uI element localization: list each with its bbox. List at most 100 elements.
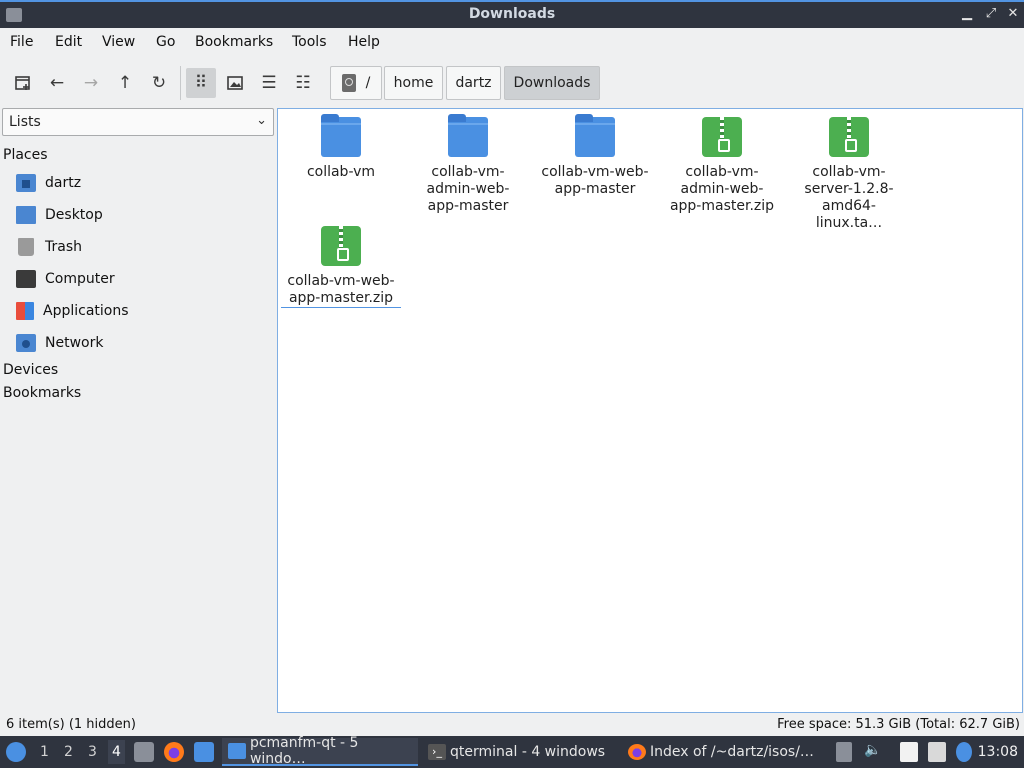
devices-header[interactable]: Devices [3, 362, 58, 378]
file-name: collab-vm [306, 164, 376, 180]
minimize-button[interactable]: ▁ [958, 5, 976, 23]
detailed-list-icon[interactable]: ☷ [288, 68, 318, 98]
breadcrumb-dartz[interactable]: dartz [446, 66, 501, 100]
places-header[interactable]: Places [3, 147, 48, 163]
show-desktop-icon[interactable] [836, 742, 852, 762]
sidebar-item-label: dartz [45, 175, 82, 191]
toolbar-separator [180, 66, 181, 100]
sidebar-mode-select[interactable]: Lists ⌄ [2, 108, 274, 136]
task-pcmanfm[interactable]: pcmanfm-qt - 5 windo… [222, 735, 418, 767]
folder-icon [575, 114, 615, 157]
clock[interactable]: 13:08 [978, 744, 1018, 760]
close-button[interactable]: ✕ [1004, 5, 1022, 23]
menu-file[interactable]: File [10, 34, 33, 50]
file-name: collab-vm-admin-web-app-master.zip [669, 164, 775, 214]
clipboard-icon[interactable] [900, 742, 918, 762]
file-item-folder[interactable]: collab-vm-web-app-master [535, 114, 655, 198]
computer-icon [16, 270, 36, 288]
sidebar-item-label: Desktop [45, 207, 103, 223]
task-qterminal[interactable]: ›_ qterminal - 4 windows [422, 738, 618, 766]
free-space: Free space: 51.3 GiB (Total: 62.7 GiB) [777, 717, 1020, 732]
file-name: collab-vm-web-app-master.zip [281, 273, 401, 308]
desktop-icon [16, 206, 36, 224]
sidebar-item-label: Network [45, 335, 104, 351]
sidebar: Lists ⌄ Places dartz Desktop Trash Compu… [0, 106, 276, 714]
sidebar-item-dartz[interactable]: dartz [16, 170, 81, 196]
workspace-3[interactable]: 3 [88, 744, 97, 760]
task-label: pcmanfm-qt - 5 windo… [249, 735, 359, 767]
folder-icon [228, 743, 246, 759]
item-count: 6 item(s) (1 hidden) [6, 717, 136, 732]
menu-tools[interactable]: Tools [292, 34, 327, 50]
taskbar: 1 2 3 4 pcmanfm-qt - 5 windo… ›_ qtermin… [0, 735, 1024, 768]
thumbnail-view-icon[interactable] [220, 68, 250, 98]
menu-bookmarks[interactable]: Bookmarks [195, 34, 273, 50]
start-menu-icon[interactable] [6, 742, 26, 762]
file-item-folder[interactable]: collab-vm-admin-web-app-master [408, 114, 528, 215]
breadcrumb-root-label: / [365, 75, 371, 91]
menu-bar: File Edit View Go Bookmarks Tools Help [0, 28, 1024, 58]
workspace-1[interactable]: 1 [40, 744, 49, 760]
sidebar-item-desktop[interactable]: Desktop [16, 202, 103, 228]
update-notifier-icon[interactable] [956, 742, 972, 762]
menu-view[interactable]: View [102, 34, 135, 50]
back-icon[interactable]: ← [42, 68, 72, 98]
zip-archive-icon [321, 226, 361, 266]
file-manager-launcher-icon[interactable] [134, 742, 154, 762]
desktop-launcher-icon[interactable] [194, 742, 214, 762]
file-name: collab-vm-server-1.2.8-amd64-linux.ta… [804, 164, 894, 231]
up-icon[interactable]: ↑ [110, 68, 140, 98]
task-label: Index of /~dartz/isos/… [650, 744, 814, 760]
file-name: collab-vm-admin-web-app-master [426, 164, 510, 214]
file-item-zip[interactable]: collab-vm-admin-web-app-master.zip [662, 117, 782, 215]
sidebar-mode-value: Lists [9, 114, 41, 130]
menu-help[interactable]: Help [348, 34, 380, 50]
compact-view-icon[interactable]: ☰ [254, 68, 284, 98]
breadcrumb-home[interactable]: home [384, 66, 443, 100]
folder-icon [448, 114, 488, 157]
sidebar-item-label: Applications [43, 303, 129, 319]
menu-edit[interactable]: Edit [55, 34, 82, 50]
sidebar-item-applications[interactable]: Applications [16, 298, 129, 324]
sidebar-item-computer[interactable]: Computer [16, 266, 115, 292]
file-item-folder[interactable]: collab-vm [281, 114, 401, 181]
trash-icon [18, 238, 34, 256]
menu-go[interactable]: Go [156, 34, 175, 50]
bookmarks-header[interactable]: Bookmarks [3, 385, 81, 401]
icon-view-icon[interactable]: ⠿ [186, 68, 216, 98]
restore-button[interactable]: ⤢ [982, 5, 1000, 23]
breadcrumb-root[interactable]: / [330, 66, 382, 100]
sidebar-item-network[interactable]: Network [16, 330, 103, 356]
file-name: collab-vm-web-app-master [541, 164, 649, 197]
zip-archive-icon [702, 117, 742, 157]
toolbar: ← → ↑ ↻ ⠿ ☰ ☷ / home dartz Downloads [0, 58, 1024, 106]
zip-archive-icon [829, 117, 869, 157]
window-title: Downloads [468, 6, 556, 22]
chevron-down-icon: ⌄ [256, 113, 267, 128]
sidebar-item-label: Trash [45, 239, 82, 255]
file-item-zip[interactable]: collab-vm-web-app-master.zip [281, 226, 401, 308]
file-item-zip[interactable]: collab-vm-server-1.2.8-amd64-linux.ta… [789, 117, 909, 232]
volume-icon[interactable]: 🔈 [864, 742, 881, 762]
file-view[interactable]: collab-vm collab-vm-admin-web-app-master… [277, 108, 1023, 713]
workspace-4[interactable]: 4 [108, 740, 125, 764]
forward-icon[interactable]: → [76, 68, 106, 98]
sidebar-item-label: Computer [45, 271, 115, 287]
new-tab-icon[interactable] [8, 68, 38, 98]
network-icon [16, 334, 36, 352]
folder-icon [321, 114, 361, 157]
task-label: qterminal - 4 windows [450, 744, 606, 760]
terminal-icon: ›_ [428, 744, 446, 760]
home-folder-icon [16, 174, 36, 192]
sidebar-item-trash[interactable]: Trash [16, 234, 82, 260]
status-bar: 6 item(s) (1 hidden) Free space: 51.3 Gi… [0, 714, 1024, 736]
workspace-2[interactable]: 2 [64, 744, 73, 760]
firefox-launcher-icon[interactable] [164, 742, 184, 762]
firefox-icon [628, 744, 646, 760]
reload-icon[interactable]: ↻ [144, 68, 174, 98]
task-firefox[interactable]: Index of /~dartz/isos/… [622, 738, 822, 766]
title-bar: Downloads ▁ ⤢ ✕ [0, 0, 1024, 28]
drive-icon [341, 74, 356, 92]
breadcrumb-downloads[interactable]: Downloads [504, 66, 600, 100]
network-tray-icon[interactable] [928, 742, 946, 762]
